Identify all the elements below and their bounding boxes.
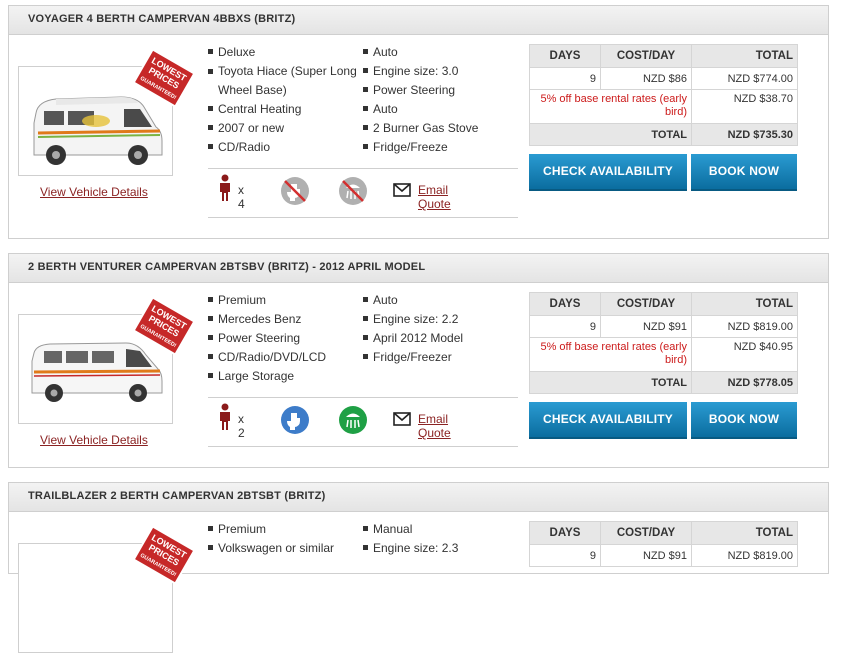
email-quote-link[interactable]: Email Quote (418, 183, 451, 211)
view-vehicle-details-link[interactable]: View Vehicle Details (40, 433, 148, 447)
lowest-price-stamp: LOWEST PRICES GUARANTEED! (132, 47, 196, 109)
check-availability-button[interactable]: CHECK AVAILABILITY (529, 154, 687, 191)
vehicle-title: VOYAGER 4 BERTH CAMPERVAN 4BBXS (BRITZ) (28, 13, 296, 25)
feature-item: Manual (363, 520, 513, 539)
berth-count: x 2 (238, 412, 245, 440)
feature-item: Large Storage (208, 367, 358, 386)
shower-unavailable-icon (339, 177, 367, 205)
feature-list-left: Premium Volkswagen or similar (208, 520, 358, 558)
feature-list-right: Manual Engine size: 2.3 (363, 520, 513, 558)
email-quote-link[interactable]: Email Quote (418, 412, 451, 440)
discount-row: 5% off base rental rates (early bird) NZ… (529, 337, 798, 372)
feature-item: April 2012 Model (363, 329, 513, 348)
feature-item: Premium (208, 520, 358, 539)
vehicle-title: TRAILBLAZER 2 BERTH CAMPERVAN 2BTSBT (BR… (28, 490, 326, 502)
price-table-header: DAYS COST/DAY TOTAL (529, 44, 798, 68)
shower-available-icon (339, 406, 367, 434)
berth-count: x 4 (238, 183, 245, 211)
price-table: DAYS COST/DAY TOTAL 9 NZD $91 NZD $819.0… (529, 521, 798, 567)
price-row: 9 NZD $91 NZD $819.00 (529, 544, 798, 567)
book-now-button[interactable]: BOOK NOW (691, 402, 797, 439)
lowest-price-stamp: LOWEST PRICES GUARANTEED! (132, 295, 196, 357)
feature-item: Central Heating (208, 100, 358, 119)
vehicle-image[interactable]: LOWEST PRICES GUARANTEED! (18, 48, 196, 176)
vehicle-card: TRAILBLAZER 2 BERTH CAMPERVAN 2BTSBT (BR… (8, 482, 829, 653)
feature-item: CD/Radio/DVD/LCD (208, 348, 358, 367)
check-availability-button[interactable]: CHECK AVAILABILITY (529, 402, 687, 439)
feature-item: Deluxe (208, 43, 358, 62)
feature-item: 2 Burner Gas Stove (363, 119, 513, 138)
toilet-unavailable-icon (281, 177, 309, 205)
feature-list-left: Deluxe Toyota Hiace (Super Long Wheel Ba… (208, 43, 358, 157)
feature-item: Engine size: 2.3 (363, 539, 513, 558)
feature-item: Toyota Hiace (Super Long Wheel Base) (208, 62, 358, 100)
mail-icon (393, 412, 411, 426)
vehicle-image[interactable]: LOWEST PRICES GUARANTEED! (18, 525, 196, 653)
feature-item: Fridge/Freeze (363, 138, 513, 157)
person-icon (220, 174, 230, 201)
feature-item: Engine size: 3.0 (363, 62, 513, 81)
feature-item: Power Steering (208, 329, 358, 348)
toilet-available-icon (281, 406, 309, 434)
total-row: TOTAL NZD $735.30 (529, 123, 798, 146)
feature-list-right: Auto Engine size: 2.2 April 2012 Model F… (363, 291, 513, 367)
price-table: DAYS COST/DAY TOTAL 9 NZD $91 NZD $819.0… (529, 292, 798, 394)
card-header: TRAILBLAZER 2 BERTH CAMPERVAN 2BTSBT (BR… (9, 483, 828, 512)
feature-item: Premium (208, 291, 358, 310)
feature-item: Auto (363, 100, 513, 119)
feature-item: Power Steering (363, 81, 513, 100)
price-table-header: DAYS COST/DAY TOTAL (529, 521, 798, 545)
feature-list-right: Auto Engine size: 3.0 Power Steering Aut… (363, 43, 513, 157)
price-row: 9 NZD $86 NZD $774.00 (529, 67, 798, 90)
vehicle-card: VOYAGER 4 BERTH CAMPERVAN 4BBXS (BRITZ) … (8, 5, 829, 239)
vehicle-card: 2 BERTH VENTURER CAMPERVAN 2BTSBV (BRITZ… (8, 253, 829, 468)
divider (208, 397, 518, 398)
feature-item: Mercedes Benz (208, 310, 358, 329)
feature-item: Engine size: 2.2 (363, 310, 513, 329)
card-header: 2 BERTH VENTURER CAMPERVAN 2BTSBV (BRITZ… (9, 254, 828, 283)
vehicle-image[interactable]: LOWEST PRICES GUARANTEED! (18, 296, 196, 424)
lowest-price-stamp: LOWEST PRICES GUARANTEED! (132, 524, 196, 586)
discount-row: 5% off base rental rates (early bird) NZ… (529, 89, 798, 124)
price-table: DAYS COST/DAY TOTAL 9 NZD $86 NZD $774.0… (529, 44, 798, 146)
divider (208, 217, 518, 218)
feature-item: Fridge/Freezer (363, 348, 513, 367)
feature-item: Volkswagen or similar (208, 539, 358, 558)
feature-item: Auto (363, 291, 513, 310)
price-row: 9 NZD $91 NZD $819.00 (529, 315, 798, 338)
book-now-button[interactable]: BOOK NOW (691, 154, 797, 191)
divider (208, 446, 518, 447)
card-header: VOYAGER 4 BERTH CAMPERVAN 4BBXS (BRITZ) (9, 6, 828, 35)
person-icon (220, 403, 230, 430)
total-row: TOTAL NZD $778.05 (529, 371, 798, 394)
vehicle-title: 2 BERTH VENTURER CAMPERVAN 2BTSBV (BRITZ… (28, 261, 426, 273)
divider (208, 168, 518, 169)
feature-item: CD/Radio (208, 138, 358, 157)
feature-item: 2007 or new (208, 119, 358, 138)
feature-item: Auto (363, 43, 513, 62)
feature-list-left: Premium Mercedes Benz Power Steering CD/… (208, 291, 358, 386)
price-table-header: DAYS COST/DAY TOTAL (529, 292, 798, 316)
view-vehicle-details-link[interactable]: View Vehicle Details (40, 185, 148, 199)
mail-icon (393, 183, 411, 197)
